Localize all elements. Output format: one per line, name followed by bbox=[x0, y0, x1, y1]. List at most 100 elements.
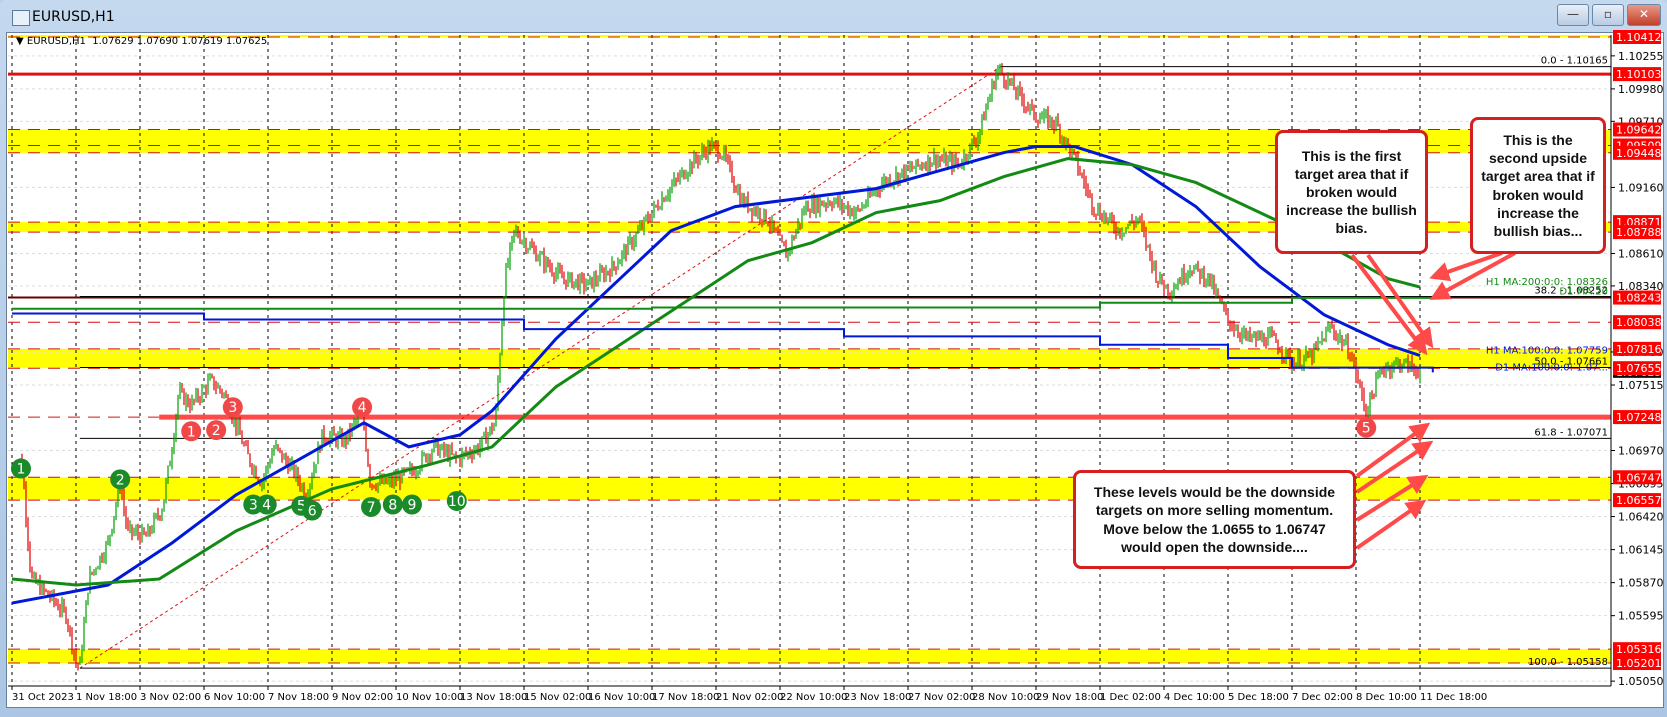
price-tick-label: 1.08610 bbox=[1618, 247, 1664, 260]
price-tick-label: 1.06970 bbox=[1618, 444, 1664, 457]
price-tick-label: 1.05050 bbox=[1618, 675, 1664, 688]
swing-marker-green: 8 bbox=[382, 494, 403, 515]
price-level-tag: 1.07655 bbox=[1613, 361, 1662, 376]
first-target-callout: This is the first target area that if br… bbox=[1275, 130, 1428, 254]
moving-average-label: D1 MA:100:0:0: 1.07... bbox=[1495, 362, 1608, 373]
swing-marker-red: 5 bbox=[1356, 417, 1377, 438]
price-level-tag: 1.10103 bbox=[1613, 67, 1662, 82]
symbol-label: EURUSD,H1 bbox=[26, 36, 86, 47]
price-tick-label: 1.07515 bbox=[1618, 379, 1664, 392]
price-level-tag-label: 1.07248 bbox=[1616, 411, 1662, 424]
collapse-arrow-icon[interactable]: ▼ bbox=[16, 36, 24, 47]
price-level-tag-label: 1.10412 bbox=[1616, 31, 1662, 44]
price-level-tag: 1.08788 bbox=[1613, 225, 1662, 240]
price-level-tag: 1.07816 bbox=[1613, 341, 1662, 356]
price-level-tag-label: 1.10103 bbox=[1616, 68, 1662, 81]
price-level-tag-label: 1.08038 bbox=[1616, 316, 1662, 329]
swing-marker-green: 1 bbox=[10, 458, 31, 479]
price-level-tag: 1.08038 bbox=[1613, 315, 1662, 330]
marker-number: 1 bbox=[16, 462, 25, 478]
time-tick-label: 16 Nov 10:00 bbox=[588, 692, 655, 703]
marker-number: 5 bbox=[1362, 421, 1371, 437]
swing-marker-red: 2 bbox=[206, 420, 227, 441]
price-level-tag: 1.06557 bbox=[1613, 493, 1662, 508]
time-tick-label: 1 Nov 18:00 bbox=[76, 692, 137, 703]
marker-number: 2 bbox=[212, 423, 221, 439]
annotation-arrow bbox=[1429, 251, 1516, 300]
annotation-arrow bbox=[1366, 253, 1434, 349]
marker-number: 3 bbox=[249, 498, 258, 514]
price-level-tag: 1.05316 bbox=[1613, 642, 1662, 657]
swing-marker-red: 4 bbox=[352, 397, 373, 418]
chart-header: ▼ EURUSD,H1 1.07629 1.07690 1.07619 1.07… bbox=[16, 36, 267, 47]
time-tick-label: 27 Nov 02:00 bbox=[908, 692, 975, 703]
marker-number: 6 bbox=[308, 504, 317, 520]
time-tick-label: 28 Nov 10:00 bbox=[972, 692, 1039, 703]
marker-number: 4 bbox=[262, 498, 271, 514]
swing-marker-green: 7 bbox=[361, 496, 382, 517]
time-tick-label: 29 Nov 18:00 bbox=[1036, 692, 1103, 703]
time-tick-label: 13 Nov 18:00 bbox=[460, 692, 527, 703]
price-tick-label: 1.05595 bbox=[1618, 610, 1664, 623]
swing-marker-red: 3 bbox=[222, 397, 243, 418]
time-tick-label: 22 Nov 10:00 bbox=[780, 692, 847, 703]
marker-number: 9 bbox=[408, 498, 417, 514]
swing-marker-green: 2 bbox=[110, 469, 131, 490]
time-tick-label: 5 Dec 18:00 bbox=[1228, 692, 1289, 703]
marker-number: 8 bbox=[388, 498, 397, 514]
fibonacci-level-label: 0.0 - 1.10165 bbox=[1541, 56, 1608, 67]
marker-number: 4 bbox=[358, 400, 367, 416]
price-level-tag-label: 1.09448 bbox=[1616, 147, 1662, 160]
marker-number: 2 bbox=[116, 472, 125, 488]
price-level-tag: 1.05201 bbox=[1613, 655, 1662, 670]
second-target-callout: This is the second upside target area th… bbox=[1470, 117, 1606, 254]
price-tick-label: 1.09160 bbox=[1618, 181, 1664, 194]
time-tick-label: 7 Dec 02:00 bbox=[1292, 692, 1353, 703]
price-level-tag: 1.10412 bbox=[1613, 30, 1662, 44]
target-zone bbox=[8, 649, 1611, 663]
swing-marker-green: 4 bbox=[256, 494, 277, 515]
annotation-arrow bbox=[1355, 499, 1427, 550]
time-tick-label: 8 Dec 10:00 bbox=[1356, 692, 1417, 703]
price-tick-label: 1.05870 bbox=[1618, 577, 1664, 590]
marker-number: 10 bbox=[448, 494, 466, 510]
marker-number: 3 bbox=[228, 400, 237, 416]
ohlc-values: 1.07629 1.07690 1.07619 1.07625 bbox=[92, 36, 268, 47]
price-level-tag-label: 1.06747 bbox=[1616, 471, 1662, 484]
time-tick-label: 31 Oct 2023 bbox=[12, 692, 74, 703]
moving-average-label: H1 MA:100:0:0: 1.07759 bbox=[1486, 346, 1608, 357]
time-tick-label: 21 Nov 02:00 bbox=[716, 692, 783, 703]
price-tick-label: 1.06420 bbox=[1618, 511, 1664, 524]
price-level-tag: 1.07248 bbox=[1613, 410, 1662, 425]
fibonacci-level-label: 61.8 - 1.07071 bbox=[1534, 427, 1608, 438]
time-tick-label: 10 Nov 10:00 bbox=[396, 692, 463, 703]
time-tick-label: 15 Nov 02:00 bbox=[524, 692, 591, 703]
price-level-tag-label: 1.05316 bbox=[1616, 643, 1662, 656]
swing-marker-green: 10 bbox=[446, 490, 467, 511]
time-tick-label: 23 Nov 18:00 bbox=[844, 692, 911, 703]
swing-marker-green: 9 bbox=[402, 494, 422, 515]
time-tick-label: 6 Nov 10:00 bbox=[204, 692, 265, 703]
price-level-tag-label: 1.08243 bbox=[1616, 292, 1662, 305]
price-chart[interactable]: 121 233 4 5 647 8 9 1050.0 - 1.1016538.2 - 1.08… bbox=[0, 0, 1667, 717]
price-level-tag-label: 1.05201 bbox=[1616, 657, 1662, 670]
price-level-tag-label: 1.06557 bbox=[1616, 494, 1662, 507]
marker-number: 7 bbox=[367, 500, 376, 516]
marker-number: 1 bbox=[187, 424, 196, 440]
time-tick-label: 4 Dec 10:00 bbox=[1164, 692, 1225, 703]
price-level-tag-label: 1.08788 bbox=[1616, 226, 1662, 239]
price-level-tag-label: 1.07816 bbox=[1616, 343, 1662, 356]
price-tick-label: 1.09980 bbox=[1618, 83, 1664, 96]
price-tick-label: 1.10255 bbox=[1618, 50, 1664, 63]
time-tick-label: 17 Nov 18:00 bbox=[652, 692, 719, 703]
time-tick-label: 7 Nov 18:00 bbox=[268, 692, 329, 703]
swing-marker-red: 1 bbox=[181, 421, 202, 442]
fibonacci-level-label: 100.0 - 1.05158 bbox=[1528, 657, 1608, 668]
time-tick-label: 3 Nov 02:00 bbox=[140, 692, 201, 703]
price-level-tag: 1.09642 bbox=[1613, 122, 1662, 137]
time-tick-label: 11 Dec 18:00 bbox=[1420, 692, 1487, 703]
price-level-tag: 1.09448 bbox=[1613, 145, 1662, 160]
price-level-tag-label: 1.07655 bbox=[1616, 362, 1662, 375]
time-tick-label: 9 Nov 02:00 bbox=[332, 692, 393, 703]
swing-marker-green: 6 bbox=[302, 500, 323, 521]
